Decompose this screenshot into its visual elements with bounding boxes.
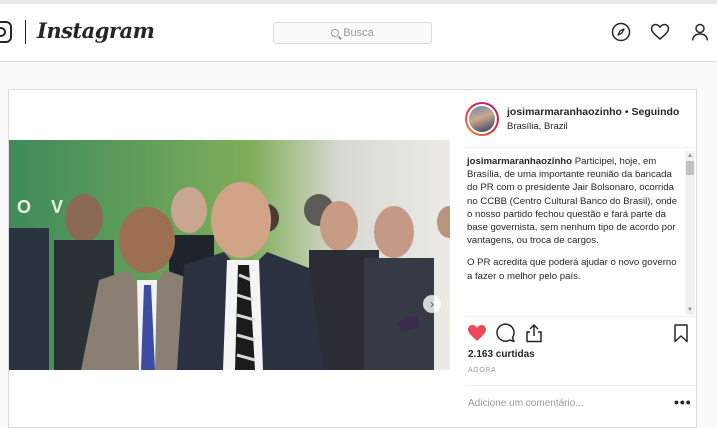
separator-dot: •	[624, 106, 629, 118]
caption-scroll-area[interactable]: josimarmaranhaozinho Participei, hoje, e…	[465, 151, 696, 315]
instagram-glyph-icon[interactable]	[0, 21, 12, 43]
top-navigation-bar: Instagram Busca	[0, 0, 717, 62]
scroll-thumb[interactable]	[686, 161, 694, 175]
post-caption: josimarmaranhaozinho Participei, hoje, e…	[467, 155, 681, 283]
likes-count[interactable]: 2.163 curtidas	[468, 349, 535, 360]
username-link[interactable]: josimarmaranhaozinho	[507, 106, 622, 118]
scroll-up-arrow-icon[interactable]: ▲	[685, 151, 695, 161]
photo-image: O V	[9, 140, 450, 370]
logo-divider	[25, 20, 26, 44]
heart-icon[interactable]	[650, 22, 670, 42]
location-link[interactable]: Brasília, Brazil	[507, 121, 568, 132]
next-photo-button[interactable]: ›	[423, 295, 441, 313]
search-input[interactable]: Busca	[273, 22, 432, 44]
compass-icon[interactable]	[611, 22, 631, 42]
caption-paragraph-2: O PR acredita que poderá ajudar o novo g…	[467, 257, 677, 282]
post-date[interactable]: AGORA	[468, 367, 496, 374]
caption-paragraph-1: Participei, hoje, em Brasília, de uma im…	[467, 156, 678, 247]
search-placeholder: Busca	[343, 27, 374, 39]
save-bookmark-icon[interactable]	[671, 323, 691, 343]
caption-username[interactable]: josimarmaranhaozinho	[467, 156, 572, 167]
share-icon[interactable]	[524, 323, 544, 343]
post-header-user: josimarmaranhaozinho • Seguindo	[507, 106, 679, 118]
post-actions: 2.163 curtidas AGORA	[465, 316, 696, 374]
post-header: josimarmaranhaozinho • Seguindo Brasília…	[465, 90, 696, 148]
svg-text:O: O	[17, 197, 31, 217]
post-card: O V › josimarmaranhaozinho • Seguindo Br…	[8, 89, 697, 428]
search-icon	[331, 29, 340, 37]
avatar[interactable]	[465, 102, 499, 136]
post-photo[interactable]: O V ›	[9, 140, 450, 370]
scroll-down-arrow-icon[interactable]: ▼	[685, 305, 695, 315]
instagram-wordmark[interactable]: Instagram	[37, 18, 155, 43]
svg-text:V: V	[51, 197, 63, 217]
avatar-image	[469, 106, 495, 132]
like-heart-icon[interactable]	[467, 323, 487, 343]
caption-scrollbar[interactable]: ▲ ▼	[685, 151, 695, 315]
comment-icon[interactable]	[495, 323, 515, 343]
comment-input[interactable]: Adicione um comentário...	[468, 398, 584, 409]
post-sidebar: josimarmaranhaozinho • Seguindo Brasília…	[465, 90, 696, 427]
more-options-button[interactable]: •••	[674, 394, 692, 410]
user-icon[interactable]	[690, 22, 710, 42]
browser-edge	[0, 0, 717, 4]
follow-status-button[interactable]: Seguindo	[631, 106, 679, 118]
add-comment-row: Adicione um comentário... •••	[465, 385, 696, 427]
